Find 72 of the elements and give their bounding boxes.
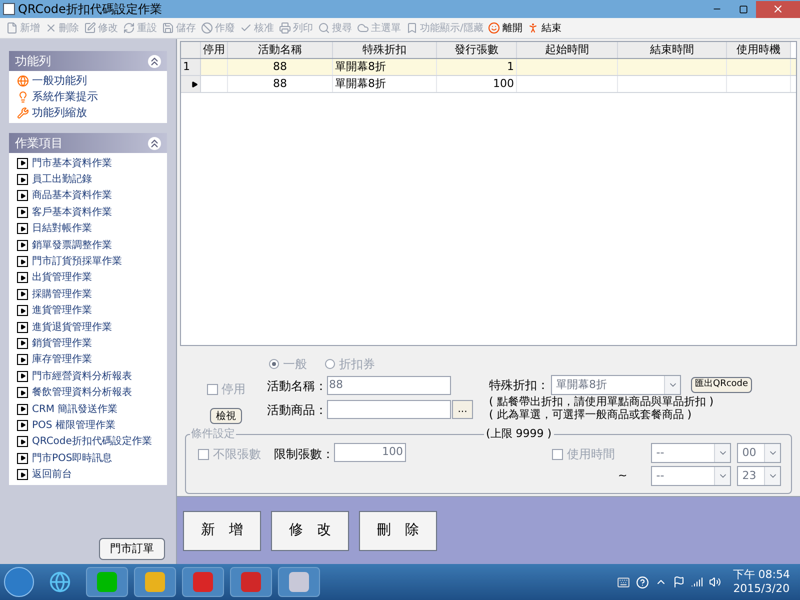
menu-item[interactable]: 門市訂貨預採單作業 [32, 254, 122, 270]
table-cell: 88 [228, 76, 333, 92]
column-header[interactable]: 起始時間 [517, 42, 618, 58]
checkbox-label: 停用 [222, 381, 246, 398]
table-cell: 1 [437, 59, 517, 75]
view-button[interactable]: 檢視 [210, 408, 242, 424]
table-row[interactable]: 88 單開幕8折 100 [181, 76, 796, 93]
note-text: ( 此為單選，可選擇一般商品或套餐商品 ) [489, 408, 693, 421]
hour-select[interactable]: 00 [737, 443, 782, 463]
limit-field[interactable]: 100 [334, 443, 406, 462]
menu-item[interactable]: 門市POS即時訊息 [32, 450, 112, 466]
toolbar-button[interactable]: 離開 [488, 20, 522, 36]
menu-item[interactable]: 一般功能列 [32, 72, 87, 90]
menu-item[interactable]: 銷貨管理作業 [32, 336, 92, 351]
action-button[interactable]: 修 改 [271, 510, 349, 550]
checkbox-label: 不限張數 [213, 446, 261, 463]
table-cell: 88 [228, 59, 333, 75]
table-cell: 單開幕8折 [333, 59, 437, 75]
menu-item[interactable]: 進貨管理作業 [32, 303, 92, 318]
menu-item[interactable]: 採購管理作業 [32, 286, 92, 302]
menu-item[interactable]: POS 權限管理作業 [32, 418, 116, 433]
menu-item[interactable]: QRCode折扣代碼設定作業 [32, 434, 152, 450]
export-qrcode-button[interactable]: 匯出QRcode [691, 377, 752, 393]
name-field[interactable]: 88 [327, 376, 451, 395]
browse-button[interactable]: ... [452, 400, 473, 419]
menu-item[interactable]: 日結對帳作業 [32, 221, 92, 236]
date-select[interactable]: -- [651, 466, 732, 486]
column-header[interactable]: 停用 [201, 42, 228, 58]
menu-item[interactable]: 系統作業提示 [32, 88, 98, 106]
field-label: 限制張數： [274, 446, 334, 463]
checkbox-label: 使用時間 [567, 446, 615, 463]
panel-title: 作業項目 [15, 135, 64, 152]
hour-select[interactable]: 23 [737, 466, 782, 486]
menu-item[interactable]: 庫存管理作業 [32, 352, 92, 368]
field-label: 活動商品： [267, 402, 327, 418]
menu-item[interactable]: 功能列縮放 [32, 104, 87, 122]
menu-item[interactable]: 商品基本資料作業 [32, 188, 112, 204]
toolbar-button[interactable]: 結束 [527, 20, 562, 36]
field-label: 特殊折扣： [489, 377, 550, 394]
menu-item[interactable]: 餐飲管理資料分析報表 [32, 385, 132, 400]
discount-select[interactable]: 單開幕8折 [551, 375, 681, 395]
action-button[interactable]: 刪 除 [359, 510, 437, 550]
panel-title: 功能列 [15, 53, 52, 70]
field-label: 活動名稱： [267, 378, 327, 394]
row-header[interactable]: 1 [181, 59, 201, 75]
clock-date: 2015/3/20 [733, 582, 790, 596]
column-header[interactable]: 結束時間 [618, 42, 727, 58]
column-header[interactable]: 發行張數 [437, 42, 517, 58]
column-header[interactable]: 活動名稱 [228, 42, 333, 58]
action-button[interactable]: 新 增 [183, 510, 261, 550]
menu-item[interactable]: 返回前台 [32, 467, 72, 482]
menu-item[interactable]: 銷單發票調整作業 [32, 238, 112, 253]
date-select[interactable]: -- [651, 443, 732, 463]
menu-item[interactable]: 客戶基本資料作業 [32, 204, 112, 220]
menu-item[interactable]: 門市經營資料分析報表 [32, 368, 132, 384]
radio-label: 一般 [283, 356, 307, 373]
range-sign: ~ [618, 468, 628, 484]
table-cell: 單開幕8折 [333, 76, 437, 92]
column-header[interactable]: 特殊折扣 [333, 42, 437, 58]
store-order-button[interactable]: 門市訂單 [99, 538, 165, 560]
note-text: ( 點餐帶出折扣，請使用單點商品與單品折扣 ) [489, 395, 715, 408]
window-title: QRCode折扣代碼設定作業 [18, 1, 163, 18]
table-row[interactable]: 1 88 單開幕8折 1 [181, 59, 796, 76]
menu-item[interactable]: 員工出勤記錄 [32, 172, 92, 188]
menu-item[interactable]: 進貨退貨管理作業 [32, 320, 112, 335]
menu-item[interactable]: CRM 簡訊發送作業 [32, 402, 118, 417]
menu-item[interactable]: 出貨管理作業 [32, 270, 92, 286]
column-header[interactable]: 使用時機 [727, 42, 791, 58]
clock-time: 下午 08:54 [732, 568, 790, 582]
radio-label: 折扣券 [339, 356, 375, 373]
table-cell: 100 [437, 76, 517, 92]
menu-item[interactable]: 門市基本資料作業 [32, 156, 112, 171]
